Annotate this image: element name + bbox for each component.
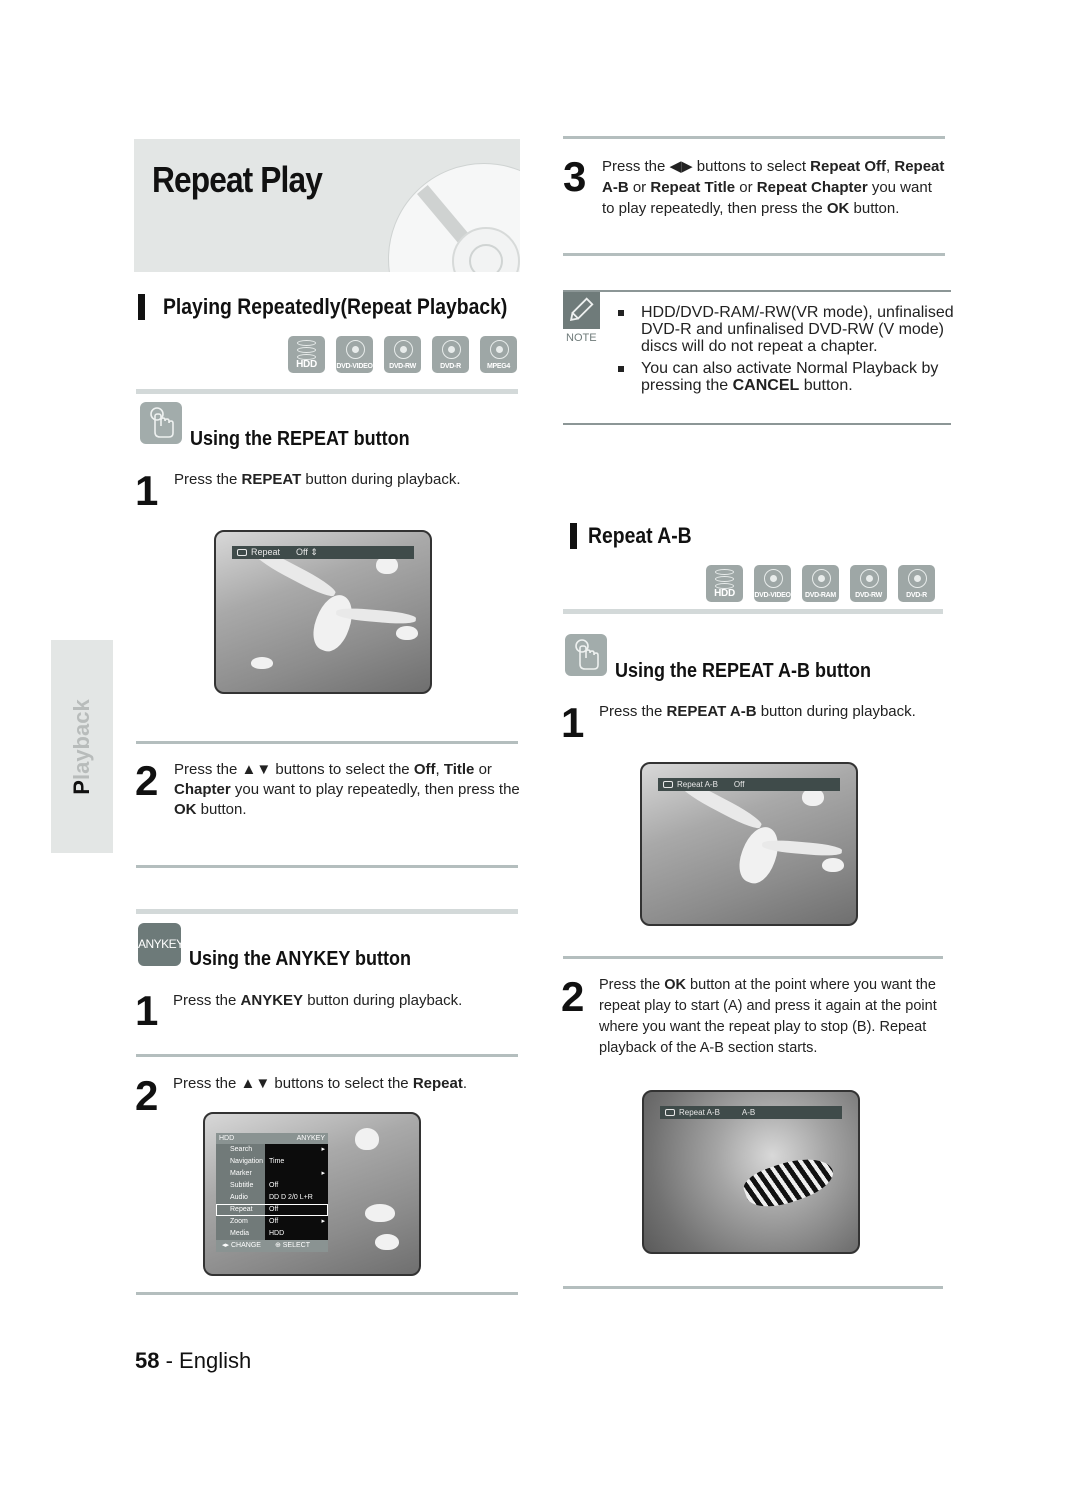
divider — [136, 865, 518, 868]
divider — [136, 1292, 518, 1295]
dvd-r-badge-icon: DVD-R — [432, 336, 469, 373]
dvd-video-badge-icon: DVD-VIDEO — [336, 336, 373, 373]
step-text: Press the OK button at the point where y… — [599, 977, 937, 1056]
divider — [563, 609, 943, 614]
step-text: Press the ◀▶ buttons to select Repeat Of… — [602, 158, 945, 217]
divider — [136, 909, 518, 914]
repeat-icon — [237, 549, 247, 557]
menu-item-repeat[interactable]: Repeat Off — [216, 1204, 328, 1216]
step-number: 2 — [135, 1072, 159, 1119]
step-text: Press the REPEAT A-B button during playb… — [599, 703, 916, 720]
menu-item-media[interactable]: Media HDD — [216, 1228, 328, 1240]
hand-press-icon — [565, 634, 607, 676]
menu-item-search[interactable]: Search ▸ — [216, 1144, 328, 1156]
menu-item-zoom[interactable]: Zoom Off ▸ — [216, 1216, 328, 1228]
note-label: NOTE — [566, 332, 597, 344]
dvd-rw-badge-icon: DVD-RW — [850, 565, 887, 602]
select-hint: ⊕ SELECT — [274, 1242, 310, 1249]
side-tab-label: Playback — [69, 699, 94, 795]
page-footer: 58 - English — [135, 1348, 252, 1373]
divider — [136, 1054, 518, 1057]
step-number: 1 — [561, 699, 585, 746]
step-number: 1 — [135, 987, 159, 1034]
note-list: HDD/DVD-RAM/-RW(VR mode), unfinalised DV… — [615, 304, 955, 399]
divider — [563, 956, 943, 959]
osd-bar: Repeat A-B A-B — [660, 1106, 842, 1119]
butterfly-image — [739, 1147, 839, 1217]
subsection-heading: Using the REPEAT A-B button — [615, 660, 871, 682]
disc-compatibility-badges: HDD DVD-VIDEO DVD-RAM DVD-RW DVD-R — [706, 565, 935, 602]
step-number: 2 — [561, 973, 585, 1020]
pencil-icon — [563, 292, 600, 329]
mpeg4-badge-icon: MPEG4 — [480, 336, 517, 373]
tv-screen-repeat: Repeat Off ⇕ — [214, 530, 432, 694]
tv-screen-anykey: HDD ANYKEY Search ▸ Navigation Time Marker ▸… — [203, 1112, 421, 1276]
step-text: Press the REPEAT button during playback. — [174, 471, 461, 488]
anykey-icon: ANYKEY — [138, 923, 184, 966]
disc-compatibility-badges: HDD DVD-VIDEO DVD-RW DVD-R MPEG4 — [288, 336, 517, 373]
divider — [563, 423, 951, 425]
dvd-rw-badge-icon: DVD-RW — [384, 336, 421, 373]
dvd-ram-badge-icon: DVD-RAM — [802, 565, 839, 602]
repeat-icon — [663, 781, 673, 789]
step-number: 2 — [135, 757, 159, 804]
hdd-badge-icon: HDD — [288, 336, 325, 373]
tv-screen-repeat-ab-active: Repeat A-B A-B — [642, 1090, 860, 1254]
note-item: HDD/DVD-RAM/-RW(VR mode), unfinalised DV… — [615, 304, 955, 355]
hdd-badge-icon: HDD — [706, 565, 743, 602]
menu-item-marker[interactable]: Marker ▸ — [216, 1168, 328, 1180]
anykey-menu: HDD ANYKEY Search ▸ Navigation Time Marker ▸… — [216, 1133, 328, 1252]
menu-item-audio[interactable]: Audio DD D 2/0 L+R — [216, 1192, 328, 1204]
repeat-icon — [665, 1109, 675, 1117]
divider — [136, 389, 518, 394]
divider — [136, 741, 518, 744]
chapter-side-tab: Playback — [51, 640, 113, 853]
step-text: Press the ▲▼ buttons to select the Off, … — [174, 761, 520, 818]
tv-screen-repeat-ab: Repeat A-B Off — [640, 762, 858, 926]
section-marker — [570, 523, 577, 549]
dvd-r-badge-icon: DVD-R — [898, 565, 935, 602]
menu-item-subtitle[interactable]: Subtitle Off — [216, 1180, 328, 1192]
subsection-heading: Using the REPEAT button — [190, 428, 410, 450]
hand-press-icon — [140, 402, 182, 444]
note-item: You can also activate Normal Playback by… — [615, 360, 955, 394]
osd-bar: Repeat Off ⇕ — [232, 546, 414, 559]
step-text: Press the ▲▼ buttons to select the Repea… — [173, 1075, 468, 1092]
dvd-video-badge-icon: DVD-VIDEO — [754, 565, 791, 602]
divider — [563, 1286, 943, 1289]
section-marker — [138, 294, 145, 320]
change-hint: ◂▸ CHANGE — [222, 1242, 261, 1249]
page-title: Repeat Play — [152, 159, 323, 200]
menu-item-navigation[interactable]: Navigation Time — [216, 1156, 328, 1168]
disc-graphic-icon — [388, 163, 520, 272]
step-number: 1 — [135, 467, 159, 514]
title-banner: Repeat Play — [134, 139, 520, 272]
osd-bar: Repeat A-B Off — [658, 778, 840, 791]
section-title: Repeat A-B — [588, 523, 692, 548]
step-text: Press the ANYKEY button during playback. — [173, 992, 463, 1009]
divider — [563, 136, 945, 139]
subsection-heading: Using the ANYKEY button — [189, 948, 412, 970]
step-number: 3 — [563, 153, 587, 200]
divider — [563, 290, 951, 292]
divider — [563, 253, 945, 256]
section-title: Playing Repeatedly(Repeat Playback) — [163, 294, 508, 319]
